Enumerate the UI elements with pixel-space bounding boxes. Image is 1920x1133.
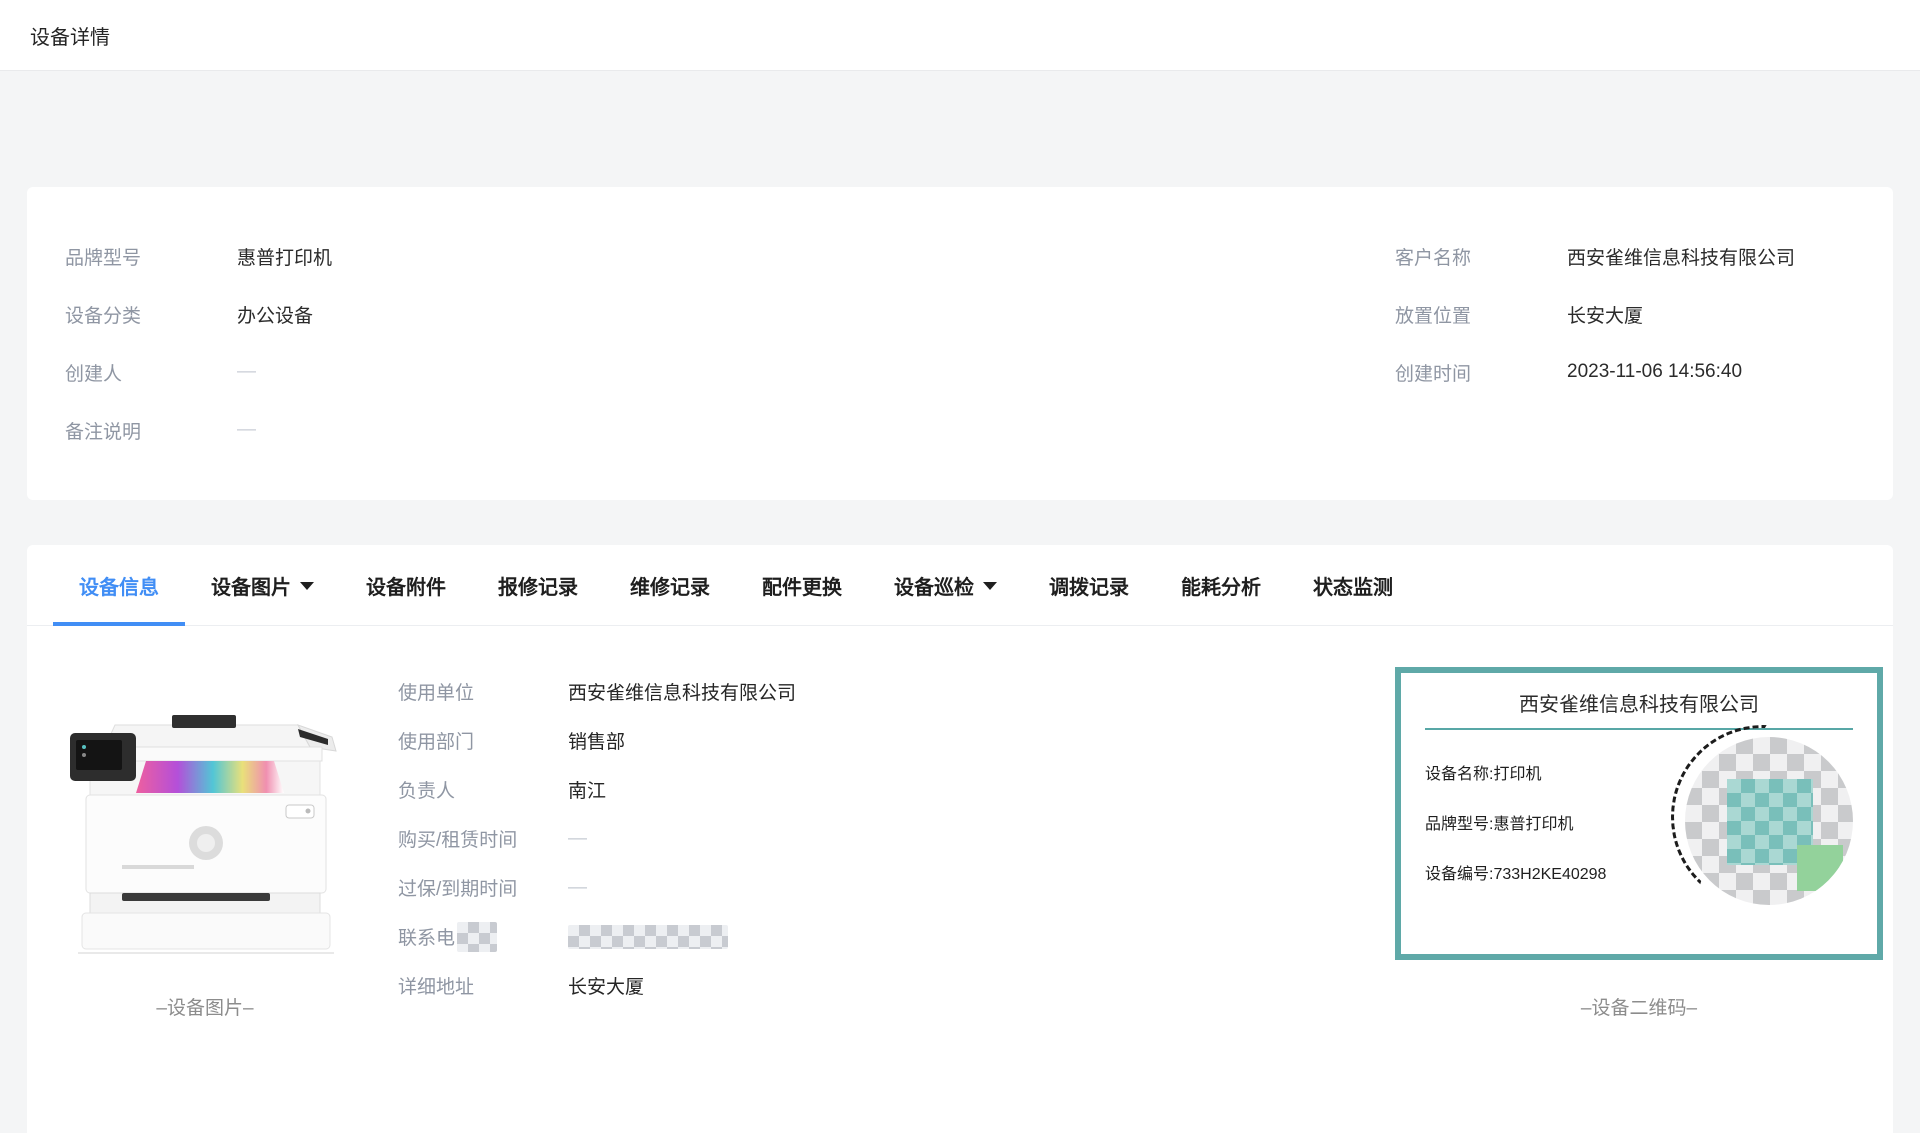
field-label: 使用单位 — [398, 678, 568, 705]
qr-code-pixelated — [1685, 737, 1853, 905]
tab-label: 报修记录 — [498, 571, 578, 600]
tab-label: 设备图片 — [211, 571, 291, 600]
field-value: 长安大厦 — [1567, 301, 1643, 328]
tab-label: 设备信息 — [79, 571, 159, 600]
field-value: — — [237, 361, 256, 383]
detail-row-purchase-time: 购买/租赁时间 — — [398, 814, 796, 863]
tab-device-info[interactable]: 设备信息 — [53, 545, 185, 625]
tab-label: 调拨记录 — [1049, 571, 1129, 600]
tab-label: 维修记录 — [630, 571, 710, 600]
device-detail-list: 使用单位 西安雀维信息科技有限公司 使用部门 销售部 负责人 南江 购买/租赁时… — [398, 667, 796, 1010]
tab-device-attachments[interactable]: 设备附件 — [340, 545, 472, 625]
field-value: — — [568, 877, 587, 899]
detail-row-warranty-expiry: 过保/到期时间 — — [398, 863, 796, 912]
tab-device-inspection[interactable]: 设备巡检 — [868, 545, 1023, 625]
info-row-brand-model: 品牌型号 惠普打印机 — [65, 227, 332, 285]
field-label: 过保/到期时间 — [398, 874, 568, 901]
field-value: 销售部 — [568, 727, 625, 754]
pixelated-phone-value — [568, 925, 728, 949]
field-label: 客户名称 — [1395, 243, 1567, 270]
device-image-caption: –设备图片– — [60, 993, 350, 1020]
field-label: 联系电 — [398, 922, 568, 952]
device-tabs-card: 设备信息 设备图片 设备附件 报修记录 维修记录 配件更换 设备巡检 调拨记录 … — [27, 545, 1893, 1133]
info-row-remarks: 备注说明 — — [65, 401, 332, 459]
detail-row-person-in-charge: 负责人 南江 — [398, 765, 796, 814]
field-label: 设备分类 — [65, 301, 237, 328]
info-row-customer: 客户名称 西安雀维信息科技有限公司 — [1395, 227, 1795, 285]
field-label: 负责人 — [398, 776, 568, 803]
pixelated-mask — [457, 922, 497, 952]
qr-device-name: 设备名称:打印机 — [1425, 760, 1541, 784]
tab-parts-replacement[interactable]: 配件更换 — [736, 545, 868, 625]
field-label: 详细地址 — [398, 972, 568, 999]
field-value: 长安大厦 — [568, 972, 644, 999]
field-value: — — [568, 828, 587, 850]
tab-energy-analysis[interactable]: 能耗分析 — [1155, 545, 1287, 625]
info-row-creator: 创建人 — — [65, 343, 332, 401]
detail-row-address: 详细地址 长安大厦 — [398, 961, 796, 1010]
tab-transfer-records[interactable]: 调拨记录 — [1023, 545, 1155, 625]
field-value: 2023-11-06 14:56:40 — [1567, 361, 1742, 383]
field-value: 西安雀维信息科技有限公司 — [568, 678, 796, 705]
field-value: — — [237, 419, 256, 441]
field-label: 品牌型号 — [65, 243, 237, 270]
device-qr-card: 西安雀维信息科技有限公司 设备名称:打印机 品牌型号:惠普打印机 设备编号:73… — [1395, 667, 1883, 960]
tab-label: 配件更换 — [762, 571, 842, 600]
field-label: 备注说明 — [65, 417, 237, 444]
device-info-card: 品牌型号 惠普打印机 设备分类 办公设备 创建人 — 备注说明 — 客户名称 西… — [27, 187, 1893, 500]
tab-label: 能耗分析 — [1181, 571, 1261, 600]
page-title: 设备详情 — [30, 21, 110, 50]
tab-label: 状态监测 — [1313, 571, 1393, 600]
field-value: 惠普打印机 — [237, 243, 332, 270]
printer-image — [60, 695, 350, 960]
device-header: 打印机 设备编号 733H2KE40298 状态 运行正常 过保提醒 已关闭 — [0, 72, 1920, 187]
device-qr-caption: –设备二维码– — [1395, 993, 1883, 1020]
field-label: 放置位置 — [1395, 301, 1567, 328]
qr-card-title: 西安雀维信息科技有限公司 — [1401, 688, 1877, 717]
qr-brand-model: 品牌型号:惠普打印机 — [1425, 810, 1573, 834]
tab-label: 设备附件 — [366, 571, 446, 600]
info-row-location: 放置位置 长安大厦 — [1395, 285, 1795, 343]
chevron-down-icon — [300, 582, 314, 590]
field-label: 创建人 — [65, 359, 237, 386]
field-value — [568, 925, 728, 949]
detail-row-contact-phone: 联系电 — [398, 912, 796, 961]
field-label-text: 联系电 — [398, 923, 455, 950]
qr-device-number: 设备编号:733H2KE40298 — [1425, 860, 1606, 884]
info-row-created-time: 创建时间 2023-11-06 14:56:40 — [1395, 343, 1795, 401]
tab-repair-requests[interactable]: 报修记录 — [472, 545, 604, 625]
field-label: 购买/租赁时间 — [398, 825, 568, 852]
tab-maintenance-records[interactable]: 维修记录 — [604, 545, 736, 625]
detail-row-using-unit: 使用单位 西安雀维信息科技有限公司 — [398, 667, 796, 716]
top-bar: 设备详情 — [0, 0, 1920, 71]
info-row-category: 设备分类 办公设备 — [65, 285, 332, 343]
qr-code-green-patch — [1797, 845, 1843, 891]
tab-status-monitoring[interactable]: 状态监测 — [1287, 545, 1419, 625]
device-photo[interactable] — [60, 695, 350, 960]
field-value: 西安雀维信息科技有限公司 — [1567, 243, 1795, 270]
info-right-column: 客户名称 西安雀维信息科技有限公司 放置位置 长安大厦 创建时间 2023-11… — [1395, 227, 1795, 401]
tab-label: 设备巡检 — [894, 571, 974, 600]
chevron-down-icon — [983, 582, 997, 590]
field-label: 使用部门 — [398, 727, 568, 754]
field-value: 南江 — [568, 776, 606, 803]
detail-row-department: 使用部门 销售部 — [398, 716, 796, 765]
tab-device-images[interactable]: 设备图片 — [185, 545, 340, 625]
field-label: 创建时间 — [1395, 359, 1567, 386]
field-value: 办公设备 — [237, 301, 313, 328]
info-left-column: 品牌型号 惠普打印机 设备分类 办公设备 创建人 — 备注说明 — — [65, 227, 332, 459]
tab-bar: 设备信息 设备图片 设备附件 报修记录 维修记录 配件更换 设备巡检 调拨记录 … — [27, 545, 1893, 626]
qr-card-divider — [1425, 728, 1853, 730]
